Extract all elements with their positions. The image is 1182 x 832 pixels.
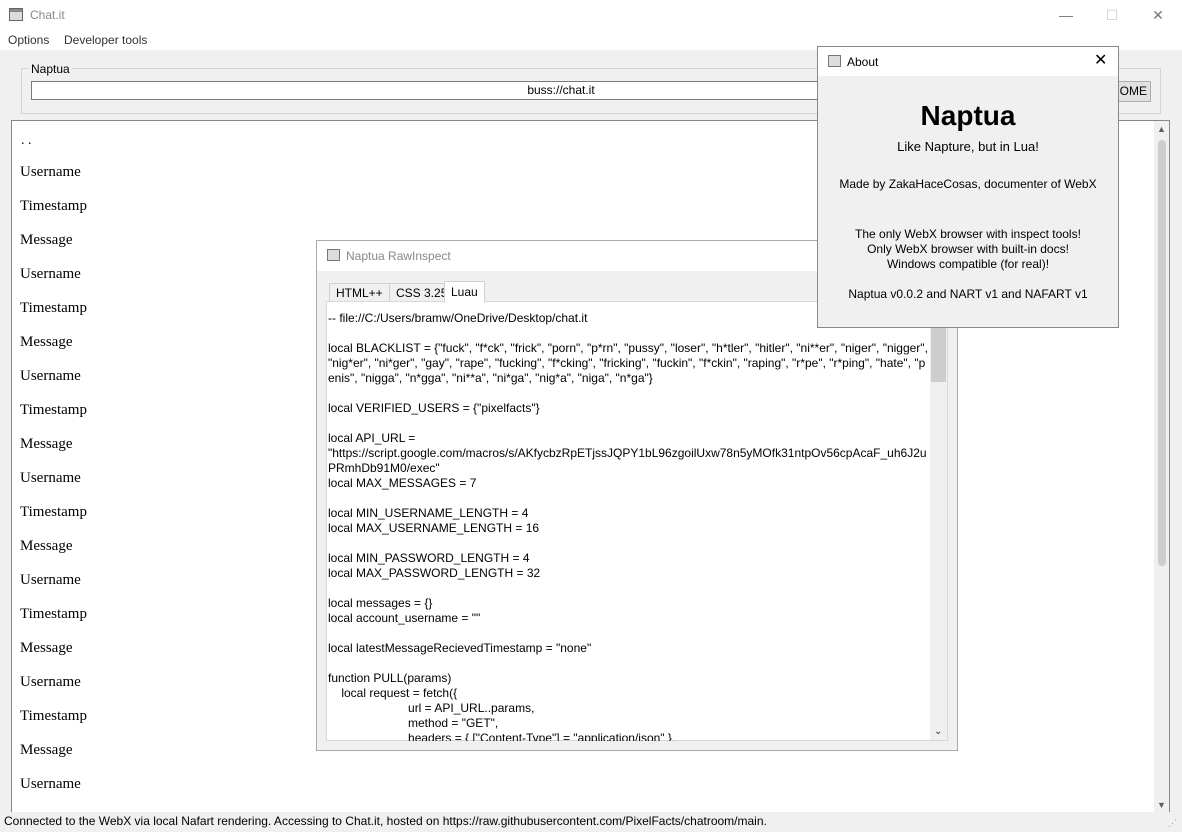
about-heading: Naptua <box>920 100 1016 131</box>
message-field-message: Message <box>20 640 73 656</box>
message-field-message: Message <box>20 742 73 758</box>
inspect-window-icon <box>327 249 340 261</box>
source-code-view[interactable]: -- file://C:/Users/bramw/OneDrive/Deskto… <box>328 311 928 741</box>
about-close-button[interactable]: ✕ <box>1094 50 1107 70</box>
tab-luau[interactable]: Luau <box>444 281 485 303</box>
window-title: Chat.it <box>30 8 65 22</box>
code-scrollbar-thumb[interactable] <box>931 326 946 382</box>
message-field-timestamp: Timestamp <box>20 504 87 520</box>
maximize-button[interactable]: ☐ <box>1089 0 1135 31</box>
about-dialog-title: About <box>847 55 879 69</box>
message-field-message: Message <box>20 334 73 350</box>
message-field-timestamp: Timestamp <box>20 708 87 724</box>
about-window-icon <box>828 55 841 67</box>
title-bar <box>0 0 1182 31</box>
content-scrollbar-thumb[interactable] <box>1158 140 1166 566</box>
about-tagline: Like Napture, but in Lua! <box>897 139 1039 154</box>
about-feature: Windows compatible (for real)! <box>886 257 1050 271</box>
message-field-username: Username <box>20 776 81 792</box>
message-field-message: Message <box>20 436 73 452</box>
resize-grip-icon[interactable]: ⋰ <box>1168 818 1177 829</box>
about-feature: The only WebX browser with inspect tools… <box>855 227 1081 241</box>
browser-group-label: Naptua <box>29 62 72 76</box>
about-version: Naptua v0.0.2 and NART v1 and NAFART v1 <box>848 287 1088 301</box>
scroll-up-icon[interactable]: ▲ <box>1157 124 1166 134</box>
chevron-down-icon[interactable]: ⌄ <box>934 726 942 737</box>
inspect-window-title: Naptua RawInspect <box>346 249 451 263</box>
message-field-timestamp: Timestamp <box>20 402 87 418</box>
about-feature: Only WebX browser with built-in docs! <box>867 242 1069 256</box>
message-field-message: Message <box>20 232 73 248</box>
app-window-icon <box>9 8 23 21</box>
menu-developer-tools[interactable]: Developer tools <box>64 33 147 47</box>
menu-options[interactable]: Options <box>8 33 49 47</box>
message-field-username: Username <box>20 470 81 486</box>
message-field-username: Username <box>20 572 81 588</box>
about-credit: Made by ZakaHaceCosas, documenter of Web… <box>839 177 1097 191</box>
message-field-timestamp: Timestamp <box>20 198 87 214</box>
message-field-username: Username <box>20 266 81 282</box>
message-field-timestamp: Timestamp <box>20 300 87 316</box>
status-text: Connected to the WebX via local Nafart r… <box>4 814 767 828</box>
message-field-username: Username <box>20 368 81 384</box>
message-field-timestamp: Timestamp <box>20 606 87 622</box>
minimize-button[interactable]: — <box>1043 0 1089 31</box>
tab-html[interactable]: HTML++ <box>329 283 390 302</box>
scroll-down-icon[interactable]: ▼ <box>1157 800 1166 810</box>
close-button[interactable]: ✕ <box>1135 0 1181 31</box>
message-field-username: Username <box>20 674 81 690</box>
message-field-message: Message <box>20 538 73 554</box>
page-dots: . . <box>21 133 32 148</box>
message-field-username: Username <box>20 164 81 180</box>
